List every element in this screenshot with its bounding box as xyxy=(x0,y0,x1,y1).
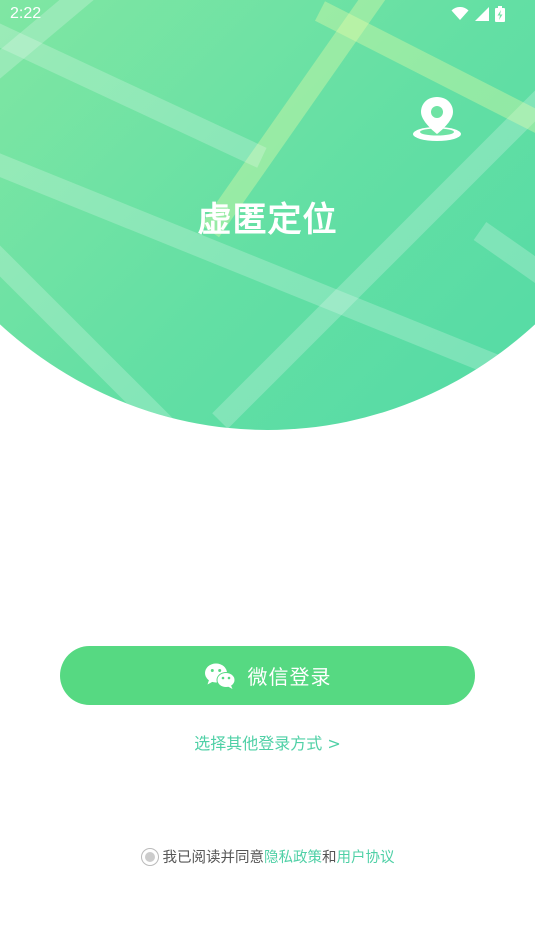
agreement-row: 我已阅读并同意 隐私政策 和 用户协议 xyxy=(0,846,535,867)
login-screen: 2:22 虚匿定位 微信登录 选择其他登录方式 > 我已阅读并同意 隐私政策 和… xyxy=(0,0,535,951)
agreement-radio[interactable] xyxy=(140,847,159,866)
agreement-prefix: 我已阅读并同意 xyxy=(162,850,265,866)
privacy-policy-link[interactable]: 隐私政策 xyxy=(264,846,322,867)
user-agreement-link[interactable]: 用户协议 xyxy=(337,846,395,867)
wechat-login-button[interactable]: 微信登录 xyxy=(60,646,475,705)
app-title: 虚匿定位 xyxy=(197,200,338,240)
agreement-joiner: 和 xyxy=(322,850,337,866)
map-road-stripe xyxy=(0,233,342,430)
cellular-signal-icon xyxy=(475,7,489,21)
map-road-stripe xyxy=(473,221,535,430)
map-road-stripe xyxy=(0,21,267,168)
wechat-icon xyxy=(204,663,235,689)
wechat-login-label: 微信登录 xyxy=(247,665,332,689)
other-login-methods-link[interactable]: 选择其他登录方式 > xyxy=(0,730,535,754)
radio-dot xyxy=(144,851,155,862)
status-time: 2:22 xyxy=(10,5,42,22)
location-pin-icon xyxy=(413,97,461,141)
battery-charging-icon xyxy=(495,6,505,22)
status-icons xyxy=(451,6,505,22)
wifi-icon xyxy=(451,7,469,20)
status-bar: 2:22 xyxy=(0,0,535,30)
